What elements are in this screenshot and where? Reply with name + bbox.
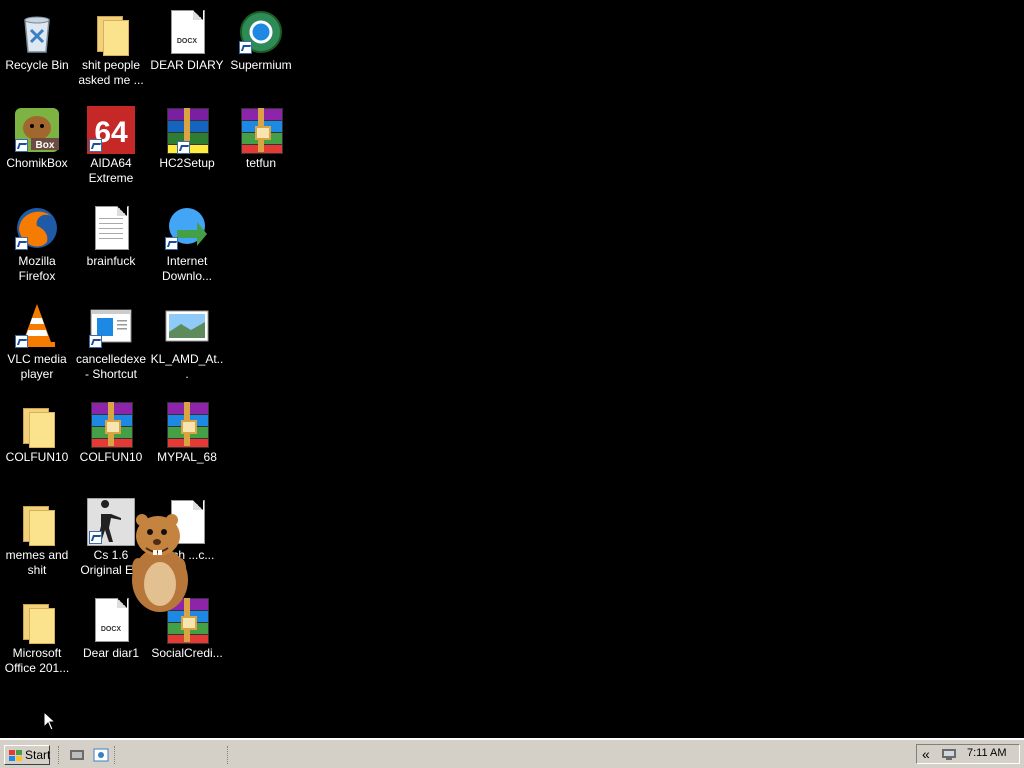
icon-label: COLFUN10 bbox=[5, 450, 69, 464]
taskbar-separator bbox=[58, 746, 59, 764]
text-file-icon bbox=[87, 204, 135, 252]
shortcut-arrow-icon bbox=[165, 237, 178, 250]
icon-label: Internet Downlo... bbox=[161, 254, 213, 283]
icon-label: ChomikBox bbox=[6, 156, 68, 170]
icon-label: Microsoft Office 201... bbox=[4, 646, 70, 675]
docx-tag: DOCX bbox=[176, 38, 198, 45]
icon-label: Supermium bbox=[230, 58, 292, 72]
icon-label: KL_AMD_At... bbox=[150, 352, 224, 381]
folder-icon bbox=[13, 498, 61, 546]
docx-tag: DOCX bbox=[100, 626, 122, 633]
shortcut-arrow-icon bbox=[89, 139, 102, 152]
taskbar: Start « 7:11 AM bbox=[0, 738, 1024, 768]
supermium-browser-icon bbox=[237, 8, 285, 56]
folder-icon bbox=[13, 596, 61, 644]
icon-label: Mozilla Firefox bbox=[18, 254, 56, 283]
aida64-desktop-icon[interactable]: 64 AIDA64 Extreme bbox=[74, 106, 148, 186]
shortcut-arrow-icon bbox=[15, 237, 28, 250]
supermium-desktop-icon[interactable]: Supermium bbox=[224, 8, 298, 73]
mouse-cursor bbox=[43, 710, 57, 731]
shortcut-arrow-icon bbox=[15, 335, 28, 348]
hc2setup-desktop-icon[interactable]: HC2Setup bbox=[150, 106, 224, 171]
icon-label: DEAR DIARY bbox=[150, 58, 224, 72]
icon-label: COLFUN10 bbox=[79, 450, 143, 464]
vlc-cone-icon bbox=[13, 302, 61, 350]
installer-box-icon bbox=[163, 106, 211, 154]
recycle-bin-desktop-icon[interactable]: Recycle Bin bbox=[0, 8, 74, 73]
shortcut-arrow-icon bbox=[15, 139, 28, 152]
network-tray-icon[interactable] bbox=[941, 748, 957, 761]
window-app-icon bbox=[87, 302, 135, 350]
taskbar-separator bbox=[227, 746, 228, 764]
chomikbox-icon: Box bbox=[13, 106, 61, 154]
recycle-bin-icon bbox=[13, 8, 61, 56]
icon-label: tetfun bbox=[245, 156, 277, 170]
folder-icon bbox=[87, 8, 135, 56]
start-button[interactable]: Start bbox=[4, 745, 50, 765]
explorer-icon bbox=[93, 748, 109, 766]
folder-icon bbox=[13, 400, 61, 448]
icon-label: Dear diar1 bbox=[82, 646, 140, 660]
icon-label: Recycle Bin bbox=[5, 58, 69, 72]
text-file-desktop-icon[interactable]: brainfuck bbox=[74, 204, 148, 269]
icon-label: AIDA64 Extreme bbox=[88, 156, 134, 185]
shortcut-arrow-icon bbox=[89, 531, 102, 544]
aida64-icon: 64 bbox=[87, 106, 135, 154]
icon-label: memes and shit bbox=[5, 548, 69, 577]
icon-label: MYPAL_68 bbox=[157, 450, 217, 464]
show-desktop-icon bbox=[69, 749, 85, 766]
icon-label: cancelledexe - Shortcut bbox=[75, 352, 147, 381]
hamster-desktop-pet[interactable] bbox=[120, 510, 200, 614]
svg-text:Box: Box bbox=[36, 140, 55, 151]
rar-archive-desktop-icon[interactable]: MYPAL_68 bbox=[150, 400, 224, 465]
shortcut-arrow-icon bbox=[177, 141, 190, 154]
docx-file-icon: DOCX bbox=[163, 8, 211, 56]
icon-label: brainfuck bbox=[86, 254, 136, 268]
vlc-desktop-icon[interactable]: VLC media player bbox=[0, 302, 74, 382]
clock[interactable]: 7:11 AM bbox=[967, 747, 1007, 759]
icon-label: HC2Setup bbox=[159, 156, 215, 170]
winrar-archive-icon bbox=[237, 106, 285, 154]
quicklaunch-explorer-button[interactable] bbox=[93, 748, 109, 762]
winrar-archive-icon bbox=[87, 400, 135, 448]
icon-label: VLC media player bbox=[7, 352, 67, 381]
docx-desktop-icon[interactable]: DOCX DEAR DIARY bbox=[150, 8, 224, 73]
rar-archive-desktop-icon[interactable]: COLFUN10 bbox=[74, 400, 148, 465]
chomikbox-desktop-icon[interactable]: Box ChomikBox bbox=[0, 106, 74, 171]
quicklaunch-desktop-button[interactable] bbox=[69, 748, 85, 762]
idm-globe-icon bbox=[163, 204, 211, 252]
firefox-desktop-icon[interactable]: Mozilla Firefox bbox=[0, 204, 74, 284]
shortcut-arrow-icon bbox=[239, 41, 252, 54]
icon-label: SocialCredi... bbox=[151, 646, 223, 660]
firefox-icon bbox=[13, 204, 61, 252]
icon-label: shit people asked me ... bbox=[78, 58, 144, 87]
rar-archive-desktop-icon[interactable]: tetfun bbox=[224, 106, 298, 171]
system-tray: « 7:11 AM bbox=[916, 744, 1020, 764]
start-logo-icon bbox=[9, 749, 23, 761]
folder-desktop-icon[interactable]: memes and shit bbox=[0, 498, 74, 578]
taskbar-separator bbox=[114, 746, 115, 764]
folder-desktop-icon[interactable]: shit people asked me ... bbox=[74, 8, 148, 88]
folder-desktop-icon[interactable]: COLFUN10 bbox=[0, 400, 74, 465]
kl-amd-image-desktop-icon[interactable]: KL_AMD_At... bbox=[150, 302, 224, 382]
folder-desktop-icon[interactable]: Microsoft Office 201... bbox=[0, 596, 74, 676]
start-label: Start bbox=[25, 748, 51, 762]
image-file-icon bbox=[163, 302, 211, 350]
shortcut-arrow-icon bbox=[89, 335, 102, 348]
hamster-icon bbox=[132, 514, 188, 612]
cancelledexe-shortcut-desktop-icon[interactable]: cancelledexe - Shortcut bbox=[74, 302, 148, 382]
winrar-archive-icon bbox=[163, 400, 211, 448]
tray-expand-button[interactable]: « bbox=[922, 746, 930, 762]
internet-download-manager-desktop-icon[interactable]: Internet Downlo... bbox=[150, 204, 224, 284]
